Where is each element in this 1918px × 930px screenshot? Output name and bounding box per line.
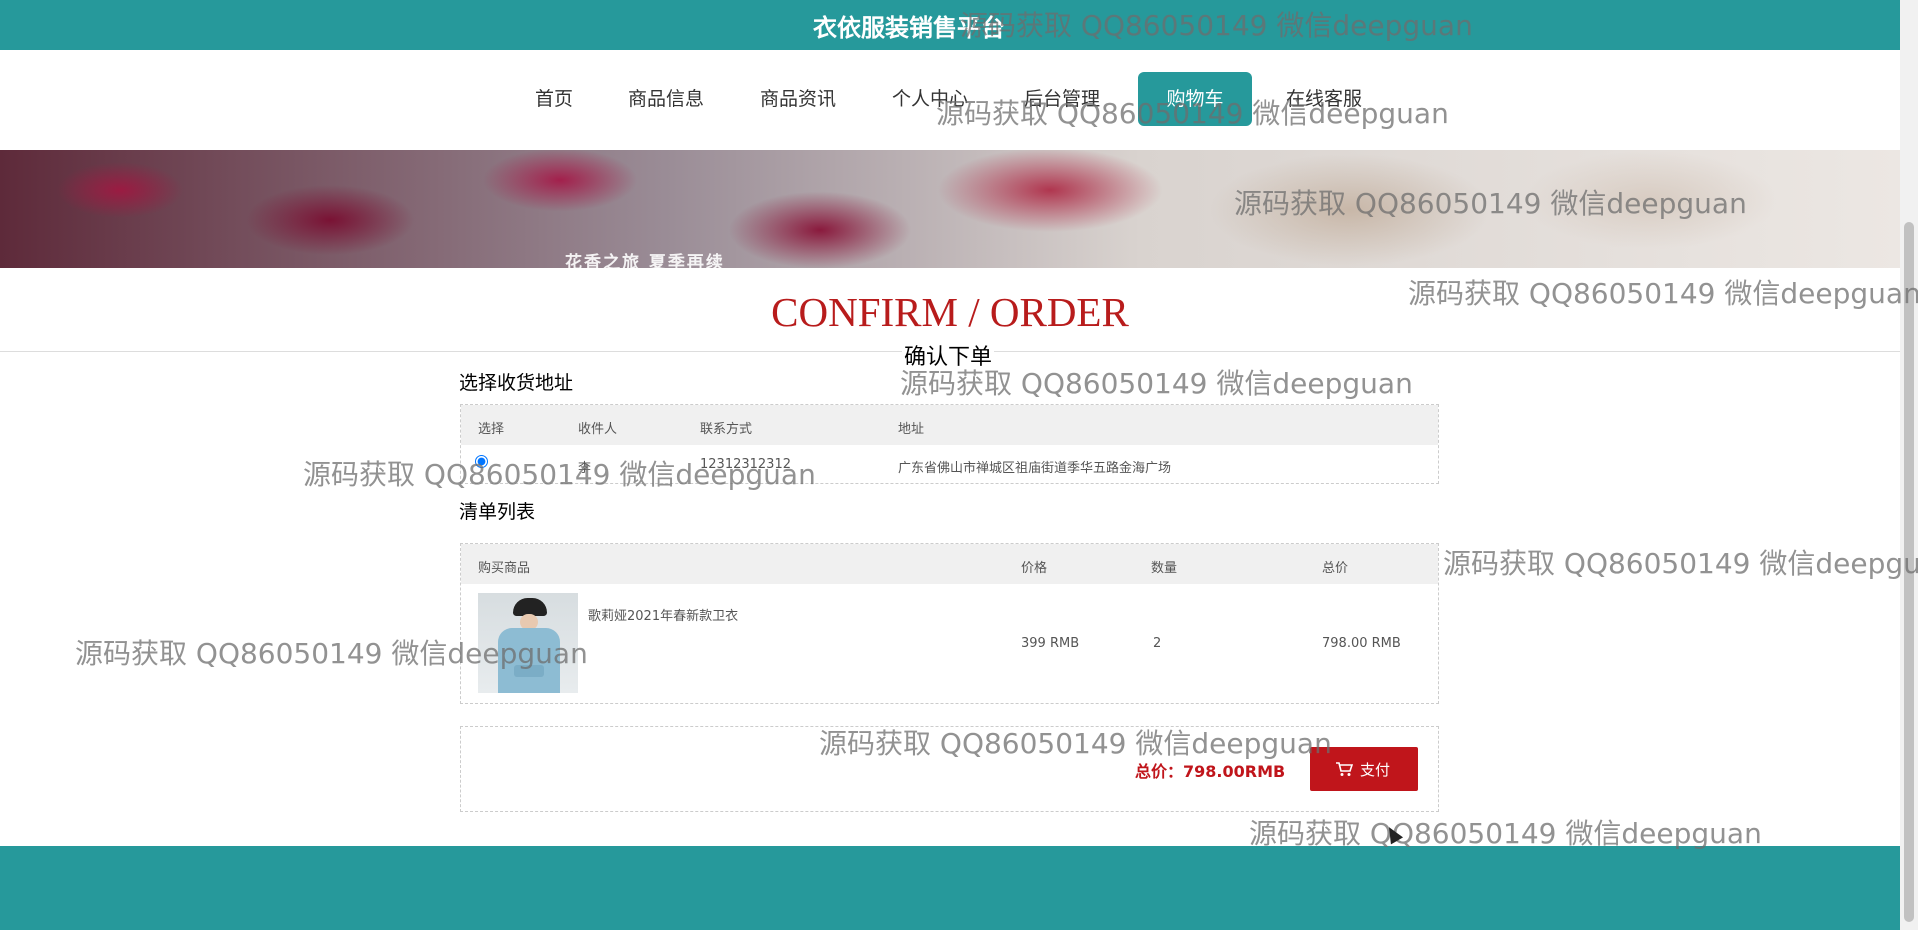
product-quantity: 2 [1153,636,1162,651]
col-product: 购买商品 [478,561,531,576]
page-scrollbar[interactable] [1900,0,1918,930]
col-price: 价格 [1021,561,1048,576]
order-table-header: 购买商品 价格 数量 总价 [461,544,1438,584]
product-name[interactable]: 歌莉娅2021年春新款卫衣 [588,605,738,624]
hero-banner: 花香之旅 夏季再续 [0,150,1900,268]
order-total: 总价：798.00RMB [1135,762,1286,781]
nav-products[interactable]: 商品信息 [620,72,712,126]
scrollbar-thumb[interactable] [1904,222,1914,922]
nav-home[interactable]: 首页 [528,72,580,126]
col-address: 地址 [898,422,925,437]
order-items-table: 购买商品 价格 数量 总价 歌莉娅2021年春新款卫衣 399 RMB 2 79… [460,543,1439,704]
pay-button[interactable]: 支付 [1310,747,1418,791]
watermark-text: 源码获取 QQ86050149 微信deepguan [1443,547,1918,580]
site-title: 衣依服装销售平台 [813,14,1005,42]
page-heading: CONFIRM / ORDER [771,289,1129,335]
address-section-title: 选择收货地址 [459,372,574,394]
page-subheading: 确认下单 [902,339,995,371]
cart-icon [1335,761,1354,781]
col-quantity: 数量 [1151,561,1178,576]
top-bar: 衣依服装销售平台 [0,0,1900,50]
recipient-name: 李 [578,461,592,476]
footer [0,846,1900,930]
col-total: 总价 [1322,561,1349,576]
address-table: 选择 收件人 联系方式 地址 李 12312312312 广东省佛山市禅城区祖庙… [460,404,1439,484]
order-summary [460,726,1439,812]
col-recipient: 收件人 [578,422,618,437]
list-section-title: 清单列表 [459,501,536,523]
nav-admin[interactable]: 后台管理 [1016,72,1108,126]
nav-news[interactable]: 商品资讯 [752,72,844,126]
address-select-radio[interactable] [475,455,488,468]
banner-caption: 花香之旅 夏季再续 [565,253,725,268]
address-table-header: 选择 收件人 联系方式 地址 [461,405,1438,445]
col-select: 选择 [478,422,505,437]
mouse-cursor-icon [1382,823,1404,845]
recipient-phone: 12312312312 [700,457,791,472]
pay-button-label: 支付 [1360,761,1391,779]
product-price: 399 RMB [1021,636,1080,651]
product-total: 798.00 RMB [1322,636,1401,651]
recipient-address: 广东省佛山市禅城区祖庙街道季华五路金海广场 [898,461,1172,476]
col-phone: 联系方式 [700,422,753,437]
nav-user-center[interactable]: 个人中心 [884,72,976,126]
nav-cart[interactable]: 购物车 [1138,72,1252,126]
product-image[interactable] [478,593,578,693]
main-nav: 首页 商品信息 商品资讯 个人中心 后台管理 购物车 在线客服 [0,50,1900,151]
nav-customer-service[interactable]: 在线客服 [1278,72,1370,126]
